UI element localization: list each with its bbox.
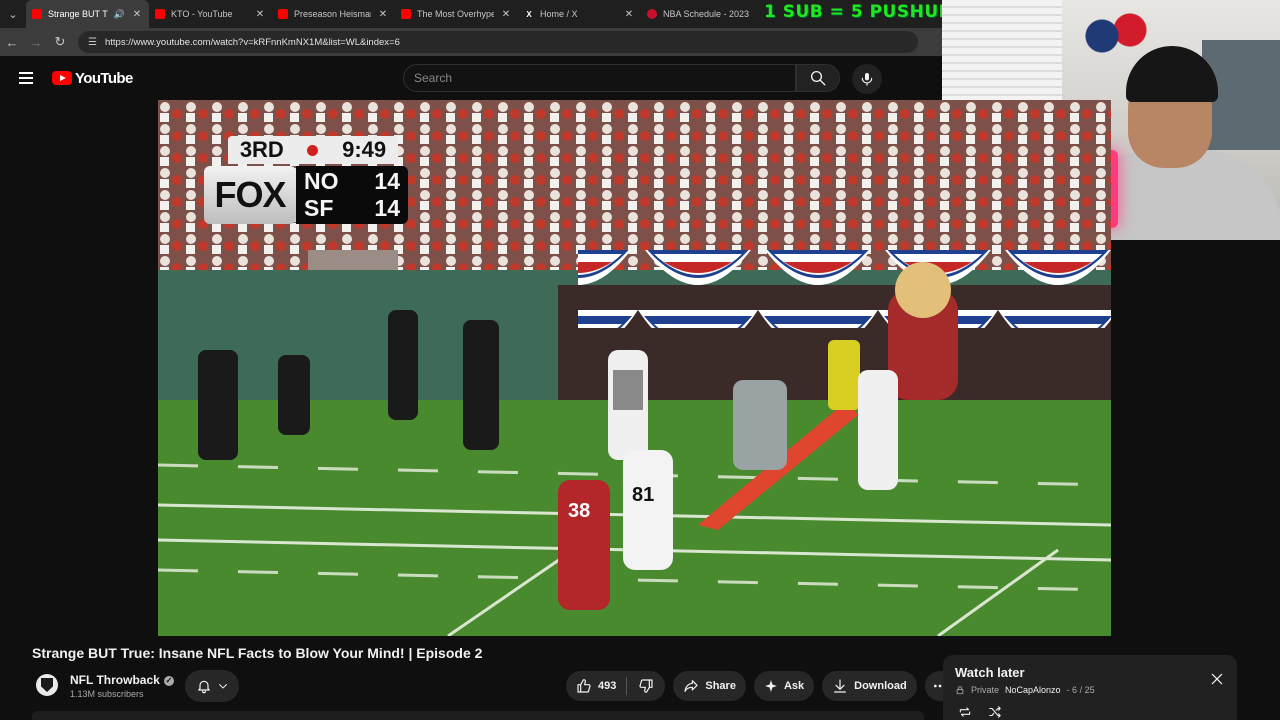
search-icon: [810, 70, 826, 86]
site-info-icon[interactable]: ☰: [88, 37, 97, 48]
cap-collection: [1082, 12, 1152, 56]
tab-nba-schedule[interactable]: NBA Schedule - 2023: [641, 0, 764, 28]
thumbs-down-icon: [639, 679, 653, 693]
loop-icon[interactable]: [957, 705, 973, 719]
clock-label: 9:49: [342, 137, 387, 162]
youtube-wordmark: YouTube: [75, 69, 133, 87]
like-button[interactable]: 493: [566, 671, 626, 701]
speaker-icon[interactable]: 🔊: [114, 9, 125, 20]
tab-title: Preseason Heisman F: [294, 9, 371, 19]
game-clock: 3RD 9:49: [228, 136, 398, 164]
notification-bell-button[interactable]: [185, 670, 239, 702]
like-dislike-group: 493: [566, 671, 666, 701]
youtube-favicon-icon: [401, 9, 411, 19]
tab-home-x[interactable]: X Home / X ✕: [518, 0, 641, 28]
youtube-favicon-icon: [278, 9, 288, 19]
playlist-position: - 6 / 25: [1066, 685, 1095, 695]
sparkle-icon: [765, 680, 777, 692]
youtube-play-logo-icon: [52, 71, 72, 85]
score-row: NO 14: [304, 168, 400, 195]
subscriber-count: 1.13M subscribers: [70, 689, 144, 699]
tab-close-icon[interactable]: ✕: [500, 9, 512, 20]
bell-icon: [197, 680, 210, 694]
score-row: SF 14: [304, 195, 400, 222]
voice-search-button[interactable]: [852, 64, 882, 94]
tab-most-overhyped[interactable]: The Most Overhyped ✕: [395, 0, 518, 28]
playlist-privacy: Private: [971, 685, 1000, 695]
x-favicon-icon: X: [526, 9, 532, 19]
reload-icon[interactable]: ↻: [48, 28, 72, 56]
channel-name[interactable]: NFL Throwback ✓: [70, 673, 174, 687]
back-arrow-icon[interactable]: ←: [0, 28, 24, 56]
thumbs-up-icon: [577, 679, 591, 693]
ask-label: Ask: [783, 680, 805, 692]
channel-avatar[interactable]: [36, 674, 58, 696]
stream-sub-banner: 1 SUB = 5 PUSHUPS: [764, 2, 965, 22]
score-panel: NO 14 SF 14: [296, 166, 408, 224]
verified-badge-icon: ✓: [163, 675, 174, 686]
youtube-favicon-icon: [155, 9, 165, 19]
team-abbr: SF: [304, 195, 334, 221]
guide-menu-icon[interactable]: [0, 56, 52, 100]
forward-arrow-icon[interactable]: →: [24, 28, 48, 56]
shuffle-icon[interactable]: [987, 705, 1003, 719]
team-score: 14: [374, 195, 400, 221]
team-score: 14: [374, 168, 400, 194]
close-icon[interactable]: [1209, 671, 1225, 687]
tab-strange-but-true[interactable]: Strange BUT True 🔊 ✕: [26, 0, 149, 28]
tab-close-icon[interactable]: ✕: [131, 9, 143, 20]
broadcast-scorebug: 3RD 9:49 FOX NO 14 SF 14: [204, 136, 422, 228]
lock-icon: [956, 686, 964, 695]
tab-close-icon[interactable]: ✕: [254, 9, 266, 20]
search-input[interactable]: Search: [403, 64, 796, 92]
like-count: 493: [598, 680, 617, 692]
download-label: Download: [854, 680, 907, 692]
download-icon: [834, 679, 847, 693]
youtube-logo[interactable]: YouTube: [52, 70, 133, 87]
jersey-number: 38: [568, 500, 591, 522]
url-text: https://www.youtube.com/watch?v=kRFnnKmN…: [104, 36, 400, 48]
chevron-down-icon: [218, 684, 227, 689]
playlist-title[interactable]: Watch later: [955, 665, 1225, 680]
tab-title: Strange BUT True: [48, 9, 108, 19]
ask-button[interactable]: Ask: [753, 671, 815, 701]
tab-search-chevron-icon[interactable]: ⌄: [0, 0, 26, 28]
tab-title: Home / X: [540, 9, 578, 19]
youtube-masthead: YouTube Search: [0, 56, 942, 100]
youtube-favicon-icon: [32, 9, 42, 19]
tab-close-icon[interactable]: ✕: [623, 9, 635, 20]
playlist-owner[interactable]: NoCapAlonzo: [1005, 685, 1061, 695]
download-button[interactable]: Download: [822, 671, 917, 701]
video-title: Strange BUT True: Insane NFL Facts to Bl…: [32, 645, 483, 661]
description-box-edge: [32, 711, 924, 720]
football-icon: [307, 144, 319, 156]
tab-title: The Most Overhyped: [417, 9, 494, 19]
tab-kto-youtube[interactable]: KTO - YouTube ✕: [149, 0, 272, 28]
video-actions: 493 Share Ask Download: [566, 671, 955, 701]
network-logo: FOX: [204, 166, 296, 224]
microphone-icon: [861, 73, 873, 86]
nba-favicon-icon: [647, 9, 657, 19]
video-player[interactable]: 3RD 9:49 FOX NO 14 SF 14 38 81: [158, 100, 1111, 636]
tab-close-icon[interactable]: ✕: [377, 9, 389, 20]
playlist-controls: [957, 705, 1003, 719]
dislike-button[interactable]: [627, 671, 665, 701]
share-icon: [684, 680, 698, 692]
channel-name-text: NFL Throwback: [70, 673, 160, 687]
tab-title: NBA Schedule - 2023: [663, 9, 750, 19]
jersey-number: 81: [632, 484, 655, 506]
team-abbr: NO: [304, 168, 339, 194]
quarter-label: 3RD: [239, 137, 284, 162]
share-button[interactable]: Share: [673, 671, 746, 701]
search-button[interactable]: [796, 64, 840, 92]
playlist-panel: Watch later Private NoCapAlonzo - 6 / 25: [943, 655, 1237, 720]
playlist-meta: Private NoCapAlonzo - 6 / 25: [955, 685, 1225, 695]
tab-preseason-heisman[interactable]: Preseason Heisman F ✕: [272, 0, 395, 28]
browser-toolbar: ← → ↻ ☰ https://www.youtube.com/watch?v=…: [0, 28, 942, 56]
address-bar[interactable]: ☰ https://www.youtube.com/watch?v=kRFnnK…: [78, 31, 918, 53]
share-label: Share: [705, 680, 736, 692]
tab-title: KTO - YouTube: [171, 9, 233, 19]
